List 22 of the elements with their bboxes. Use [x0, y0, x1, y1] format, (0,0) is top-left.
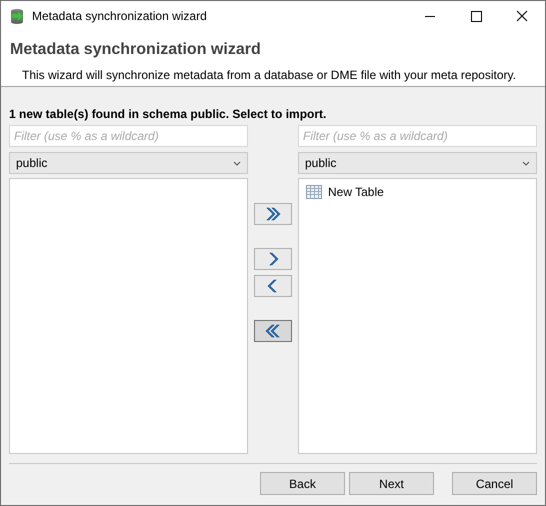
chevron-down-icon: [522, 160, 530, 166]
filter-field[interactable]: Filter (use % as a wildcard): [9, 125, 248, 147]
app-icon: [9, 8, 25, 24]
wizard-description: This wizard will synchronize metadata from a database or DME file with your meta repository.: [22, 68, 517, 82]
table-icon: [306, 184, 322, 200]
status-message: 1 new table(s) found in schema public. Select to import.: [9, 107, 328, 121]
remove-button[interactable]: [254, 275, 292, 297]
wizard-button[interactable]: Next: [349, 472, 434, 495]
double-chevron-icon: [264, 205, 282, 223]
wizard-button[interactable]: Cancel: [452, 472, 537, 495]
wizard-title: Metadata synchronization wizard: [10, 41, 262, 59]
double-chevron-icon: [264, 322, 282, 340]
remove-all-button[interactable]: [254, 320, 292, 342]
filter-field[interactable]: Filter (use % as a wildcard): [298, 125, 537, 147]
add-all-button[interactable]: [254, 203, 292, 225]
chevron-down-icon: [233, 160, 241, 166]
wizard-button[interactable]: Back: [260, 472, 345, 495]
table-item[interactable]: New Table: [328, 185, 384, 199]
schema-dropdown[interactable]: public: [9, 152, 248, 174]
add-button[interactable]: [254, 248, 292, 270]
window-title: Metadata synchronization wizard: [32, 9, 208, 23]
schema-dropdown[interactable]: public: [298, 152, 537, 174]
